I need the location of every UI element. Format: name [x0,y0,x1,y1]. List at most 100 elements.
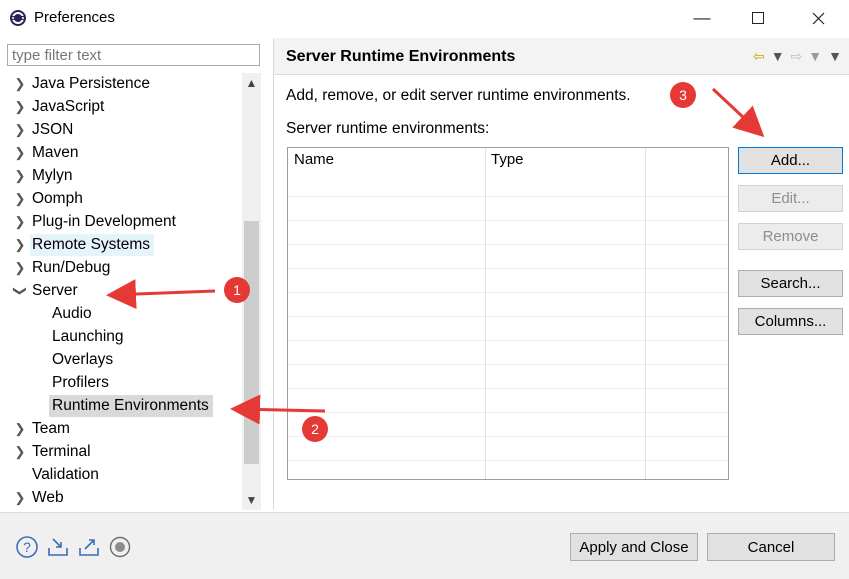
title-bar: Preferences — [0,0,849,36]
runtime-environments-table[interactable]: Name Type [287,147,729,480]
svg-text:?: ? [23,539,31,555]
tree-item-runtime-environments[interactable]: Runtime Environments [0,395,242,417]
tree-item-oomph[interactable]: ❯ Oomph [0,188,242,210]
tree-item-label: Mylyn [32,167,73,184]
import-icon[interactable] [46,535,70,559]
chevron-right-icon[interactable]: ❯ [13,119,27,141]
tree-item-label: Audio [52,305,92,322]
row-divider [288,244,728,245]
tree-item-profilers[interactable]: Profilers [0,372,242,394]
remove-button[interactable]: Remove [738,223,843,250]
forward-arrow-icon[interactable]: ⇨ [791,48,803,65]
search-button[interactable]: Search... [738,270,843,297]
tree-item-maven[interactable]: ❯ Maven [0,142,242,164]
tree-item-team[interactable]: ❯ Team [0,418,242,440]
tree-item-label: Oomph [32,190,83,207]
chevron-right-icon[interactable]: ❯ [13,165,27,187]
tree-item-label: Launching [52,328,124,345]
back-arrow-icon[interactable]: ⇦ [753,48,765,65]
tree-item-javascript[interactable]: ❯ JavaScript [0,96,242,118]
tree-item-label: Profilers [52,374,109,391]
back-dropdown-icon[interactable]: ▼ [771,48,785,64]
chevron-right-icon[interactable]: ❯ [13,211,27,233]
minimize-button[interactable]: — [679,4,725,32]
chevron-right-icon[interactable]: ❯ [13,441,27,463]
filter-input[interactable] [7,44,260,66]
tree-item-validation[interactable]: Validation [0,464,242,486]
minimize-icon: — [693,8,711,27]
tree-item-label: Web [32,489,64,506]
page-description: Add, remove, or edit server runtime envi… [286,87,631,104]
export-icon[interactable] [77,535,101,559]
chevron-right-icon[interactable]: ❯ [13,234,27,256]
column-header-type[interactable]: Type [485,148,645,172]
row-divider [288,268,728,269]
chevron-right-icon[interactable]: ❯ [13,418,27,440]
tree-item-label: Run/Debug [32,259,111,276]
column-header-name[interactable]: Name [288,148,485,172]
row-divider [288,364,728,365]
tree-item-run-debug[interactable]: ❯ Run/Debug [0,257,242,279]
tree-item-label: Maven [32,144,79,161]
maximize-button[interactable] [735,4,781,32]
dialog-footer: ? Apply and Close Cancel [0,512,849,579]
columns-button[interactable]: Columns... [738,308,843,335]
tree-item-label: Remote Systems [30,234,155,256]
chevron-right-icon[interactable]: ❯ [13,142,27,164]
tree-item-audio[interactable]: Audio [0,303,242,325]
chevron-right-icon[interactable]: ❯ [13,96,27,118]
window-title: Preferences [34,9,115,26]
tree-item-mylyn[interactable]: ❯ Mylyn [0,165,242,187]
page-title: Server Runtime Environments [286,48,516,65]
tree-item-terminal[interactable]: ❯ Terminal [0,441,242,463]
row-divider [288,220,728,221]
scrollbar-thumb[interactable] [244,221,259,464]
annotation-badge-1: 1 [224,277,250,303]
tree-item-label: Plug-in Development [32,213,176,230]
tree-item-label: JSON [32,121,74,138]
tree-item-java-persistence[interactable]: ❯ Java Persistence [0,73,242,95]
table-label: Server runtime environments: [286,120,490,137]
chevron-right-icon[interactable]: ❯ [13,188,27,210]
tree-item-web[interactable]: ❯ Web [0,487,242,509]
scroll-up-icon[interactable]: ▲ [242,73,261,93]
close-icon [812,12,824,24]
preferences-tree: ❯ Java Persistence ❯ JavaScript ❯ JSON ❯… [0,73,242,510]
forward-dropdown-icon[interactable]: ▼ [808,48,822,64]
annotation-badge-3: 3 [670,82,696,108]
column-divider [485,148,486,479]
row-divider [288,388,728,389]
edit-button[interactable]: Edit... [738,185,843,212]
chevron-right-icon[interactable]: ❯ [13,73,27,95]
tree-item-server[interactable]: ❯ Server [0,280,242,302]
tree-item-label: Terminal [32,443,91,460]
row-divider [288,412,728,413]
page-header: Server Runtime Environments ⇦ ▼ ⇨ ▼ ▼ [274,38,849,75]
tree-item-launching[interactable]: Launching [0,326,242,348]
chevron-down-icon[interactable]: ❯ [9,284,31,298]
row-divider [288,316,728,317]
tree-item-remote-systems[interactable]: ❯ Remote Systems [0,234,242,256]
view-menu-icon[interactable]: ▼ [828,48,842,64]
tree-item-plug-in-development[interactable]: ❯ Plug-in Development [0,211,242,233]
tree-item-label: Team [32,420,70,437]
scroll-down-icon[interactable]: ▼ [242,490,261,510]
close-button[interactable] [795,4,841,32]
tree-item-label: JavaScript [32,98,105,115]
record-icon[interactable] [108,535,132,559]
history-navigation: ⇦ ▼ ⇨ ▼ ▼ [753,46,842,66]
apply-and-close-button[interactable]: Apply and Close [570,533,698,561]
add-button[interactable]: Add... [738,147,843,174]
tree-item-label: Server [32,282,78,299]
tree-item-overlays[interactable]: Overlays [0,349,242,371]
cancel-button[interactable]: Cancel [707,533,835,561]
help-icon[interactable]: ? [15,535,39,559]
tree-item-json[interactable]: ❯ JSON [0,119,242,141]
row-divider [288,292,728,293]
chevron-right-icon[interactable]: ❯ [13,257,27,279]
row-divider [288,436,728,437]
row-divider [288,196,728,197]
tree-item-label: Java Persistence [32,75,151,92]
preference-page: Server Runtime Environments ⇦ ▼ ⇨ ▼ ▼ Ad… [273,38,849,510]
chevron-right-icon[interactable]: ❯ [13,487,27,509]
